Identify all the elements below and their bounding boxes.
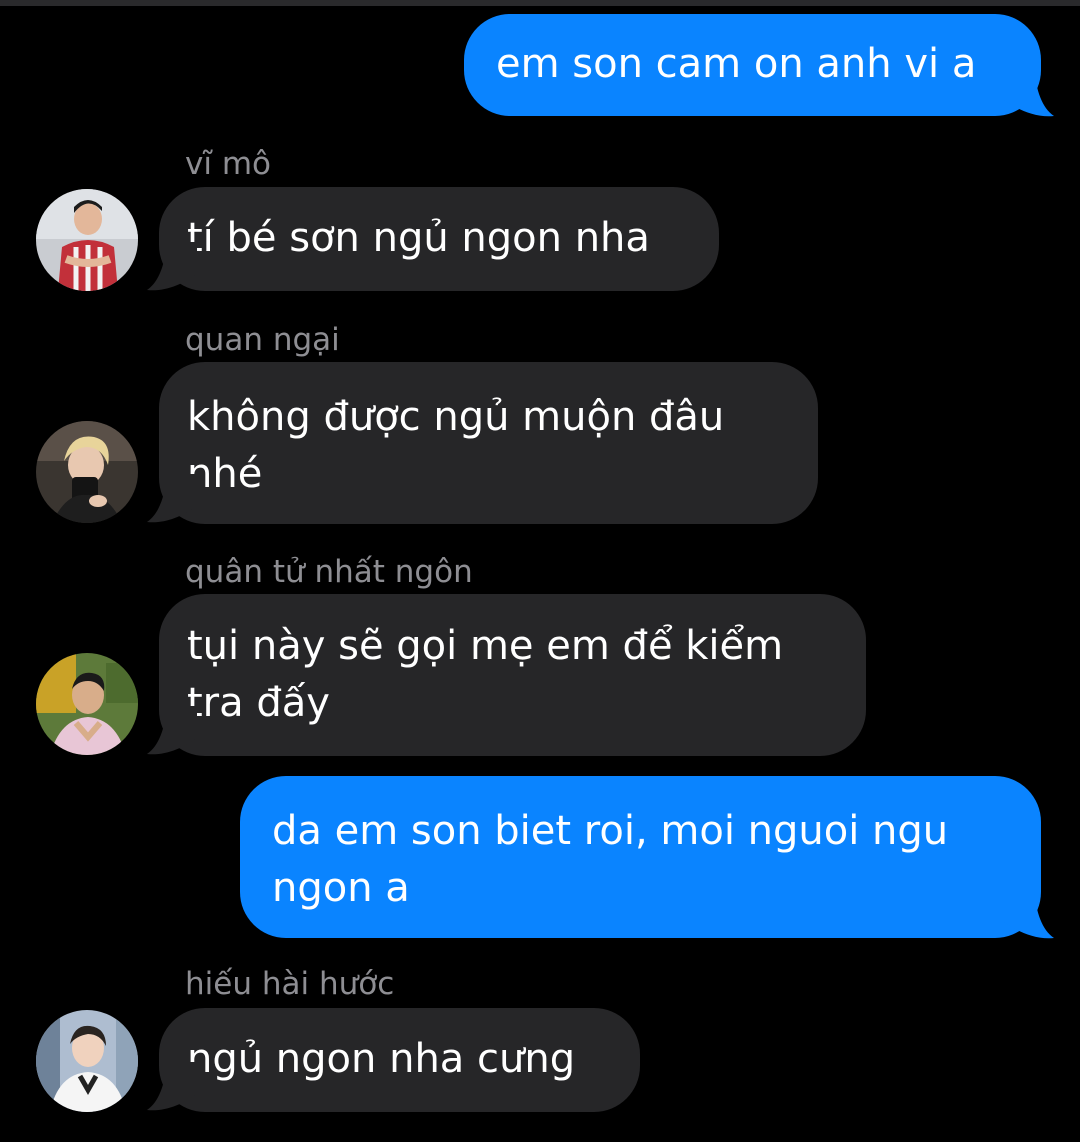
sender-name: vĩ mô <box>185 146 271 182</box>
incoming-message-bubble[interactable]: tí bé sơn ngủ ngon nha <box>159 187 719 291</box>
avatar-photo-icon[interactable] <box>36 1010 138 1112</box>
bubble-tail-outgoing <box>1004 68 1054 117</box>
bubble-tail-incoming <box>147 474 197 523</box>
message-text: ngủ ngon nha cưng <box>187 1036 576 1082</box>
message-text-line: không được ngủ muộn đâu <box>187 394 725 440</box>
bubble-tail-incoming <box>147 1062 197 1111</box>
message-text-line: nhé <box>187 451 263 497</box>
incoming-message-bubble[interactable]: ngủ ngon nha cưng <box>159 1008 640 1112</box>
bubble-tail-incoming <box>147 242 197 291</box>
avatar-photo-icon[interactable] <box>36 421 138 523</box>
message-text-line: tụi này sẽ gọi mẹ em để kiểm <box>187 623 784 669</box>
message-text: tí bé sơn ngủ ngon nha <box>187 215 650 261</box>
bubble-tail-incoming <box>147 706 197 755</box>
message-text-line: da em son biet roi, moi nguoi ngu <box>272 808 949 854</box>
outgoing-message-bubble[interactable]: em son cam on anh vi a <box>464 14 1041 116</box>
incoming-message-bubble[interactable]: không được ngủ muộn đâu nhé <box>159 362 818 524</box>
bubble-tail-outgoing <box>1004 890 1054 939</box>
message-text-line: tra đấy <box>187 680 330 726</box>
sender-name: quan ngại <box>185 322 340 358</box>
sender-name: hiếu hài hước <box>185 966 395 1002</box>
top-divider <box>0 0 1080 6</box>
avatar-photo-icon[interactable] <box>36 653 138 755</box>
sender-name: quân tử nhất ngôn <box>185 554 473 590</box>
avatar-photo-icon[interactable] <box>36 189 138 291</box>
incoming-message-bubble[interactable]: tụi này sẽ gọi mẹ em để kiểm tra đấy <box>159 594 866 756</box>
message-text-line: ngon a <box>272 865 410 911</box>
outgoing-message-bubble[interactable]: da em son biet roi, moi nguoi ngu ngon a <box>240 776 1041 938</box>
message-text: em son cam on anh vi a <box>496 41 977 87</box>
